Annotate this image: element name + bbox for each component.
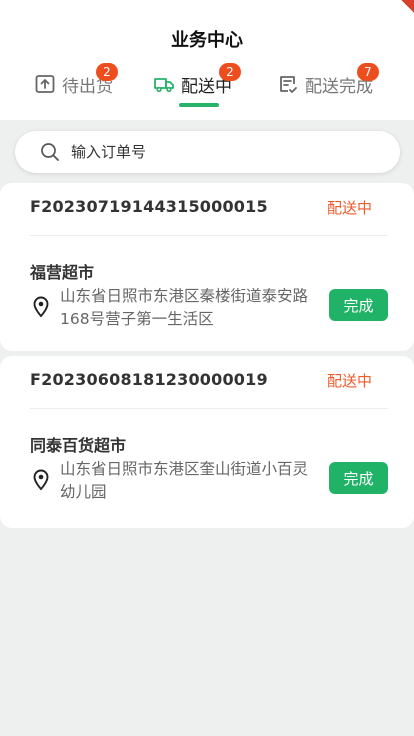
- app-header: 业务中心 待出货 2 配送中 2 配送完成 7: [0, 0, 414, 120]
- divider: [30, 235, 388, 236]
- order-status: 配送中: [326, 372, 372, 390]
- divider: [30, 408, 388, 409]
- order-number: F20230719144315000015: [30, 197, 268, 216]
- tab-count-badge: 2: [96, 63, 118, 81]
- tab-delivered[interactable]: 配送完成 7: [277, 63, 379, 104]
- corner-accent: [400, 0, 414, 14]
- checklist-icon: [277, 73, 299, 95]
- upload-box-icon: [34, 73, 56, 95]
- search-bar[interactable]: [15, 131, 400, 173]
- complete-button[interactable]: 完成: [329, 289, 388, 321]
- order-status: 配送中: [326, 199, 372, 217]
- order-search-input[interactable]: [71, 143, 371, 161]
- location-pin-icon: [31, 468, 51, 492]
- shop-address: 山东省日照市东港区秦楼街道泰安路168号营子第一生活区: [60, 287, 309, 328]
- search-icon: [39, 141, 61, 163]
- tab-pending-shipment[interactable]: 待出货 2: [34, 63, 118, 104]
- shop-name: 福营超市: [30, 263, 95, 282]
- order-card[interactable]: F20230608181230000019 配送中 同泰百货超市 山东省日照市东…: [0, 356, 414, 528]
- shop-name: 同泰百货超市: [30, 436, 127, 455]
- tab-bar: 待出货 2 配送中 2 配送完成 7: [0, 63, 414, 108]
- tab-count-badge: 2: [219, 63, 241, 81]
- shop-address: 山东省日照市东港区奎山街道小百灵幼儿园: [60, 460, 309, 501]
- active-tab-indicator: [179, 103, 219, 107]
- location-pin-icon: [31, 295, 51, 319]
- order-card[interactable]: F20230719144315000015 配送中 福营超市 山东省日照市东港区…: [0, 183, 414, 351]
- delivery-truck-icon: [153, 73, 175, 95]
- tab-count-badge: 7: [357, 63, 379, 81]
- tab-delivering[interactable]: 配送中 2: [153, 63, 241, 104]
- complete-button[interactable]: 完成: [329, 462, 388, 494]
- page-title: 业务中心: [171, 30, 243, 51]
- order-number: F20230608181230000019: [30, 370, 268, 389]
